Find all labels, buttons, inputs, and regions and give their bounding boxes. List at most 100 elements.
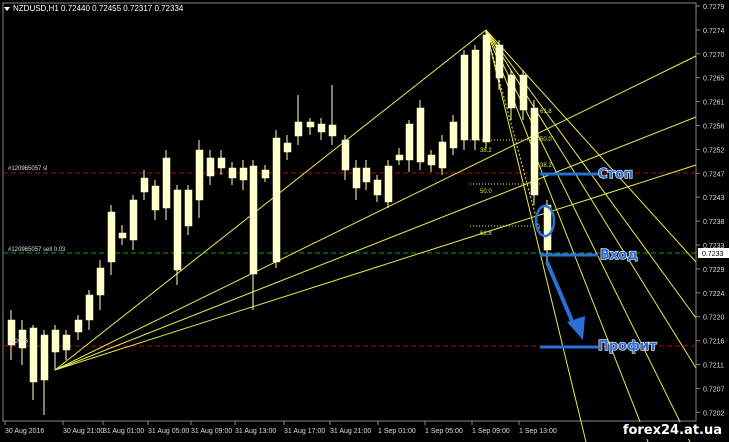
candle-body xyxy=(29,327,38,383)
candle-body xyxy=(449,121,458,149)
candle-body xyxy=(184,189,193,227)
time-tick-label: 31 Aug 05:00 xyxy=(148,428,189,435)
price-chart[interactable]: 38.2 50.0 61.8 61.8 50.0 38.2 #120965057… xyxy=(0,0,729,442)
price-axis[interactable]: 0.7279 0.7274 0.7270 0.7265 0.7261 0.7256 0.72… xyxy=(696,4,725,417)
fib-label-500: 50.0 xyxy=(480,189,492,195)
price-tick-label: 0.7270 xyxy=(703,52,725,59)
price-tick-label: 0.7224 xyxy=(703,291,725,298)
candle-body xyxy=(162,157,171,209)
fan-line xyxy=(54,116,697,371)
candle-body xyxy=(272,137,281,263)
price-tick-label: 0.7261 xyxy=(703,100,725,107)
price-tick-label: 0.7202 xyxy=(703,410,725,417)
direction-arrow-shaft xyxy=(545,261,577,329)
entry-label: Вход xyxy=(600,248,638,263)
price-tick-label: 0.7229 xyxy=(703,267,725,274)
candle-body xyxy=(151,185,160,211)
candle-body xyxy=(438,141,447,169)
profit-label: Профит xyxy=(598,339,657,354)
time-tick-label: 1 Sep 13:00 xyxy=(519,428,557,435)
candle-body xyxy=(107,211,116,263)
gann-fan-upper[interactable] xyxy=(485,29,697,442)
time-tick-label: 1 Sep 01:00 xyxy=(378,428,416,435)
candle-body xyxy=(530,107,539,196)
price-tick-label: 0.7220 xyxy=(703,315,725,322)
candle-body xyxy=(395,154,404,161)
candle-body xyxy=(118,232,127,239)
price-tick-label: 0.7279 xyxy=(703,4,725,11)
candle-body xyxy=(460,54,469,141)
price-tick-label: 0.7211 xyxy=(703,363,724,370)
price-tick-label: 0.7274 xyxy=(703,28,725,35)
candle-body xyxy=(294,121,303,137)
candle-body xyxy=(482,34,491,143)
candle-body xyxy=(341,139,350,171)
candle-body xyxy=(195,149,204,201)
candle-body xyxy=(405,123,414,161)
candle-body xyxy=(317,123,326,133)
candle-body xyxy=(362,167,371,183)
stop-ticket-label: #120965057 sl xyxy=(8,166,47,172)
candle-body xyxy=(283,142,292,153)
candle-body xyxy=(129,199,138,241)
time-tick-label: 30 Aug 2016 xyxy=(5,428,44,435)
fan-line xyxy=(54,29,487,371)
candle-body xyxy=(173,189,182,271)
time-tick-label: 1 Sep 05:00 xyxy=(425,428,463,435)
candle-body xyxy=(427,154,436,166)
dropdown-triangle-icon[interactable] xyxy=(4,6,10,11)
candle-body xyxy=(85,294,94,321)
ohlc-values: 0.72440 0.72455 0.72317 0.72334 xyxy=(61,4,184,13)
candlesticks[interactable] xyxy=(7,30,552,415)
candle-body xyxy=(40,334,49,381)
time-axis[interactable]: 30 Aug 2016 30 Aug 21:0031 Aug 01:00 31 Au… xyxy=(4,421,557,435)
candle-body xyxy=(519,74,528,111)
candle-body xyxy=(239,167,248,181)
symbol-name: NZDUSD,H1 xyxy=(13,4,59,13)
candle-body xyxy=(206,157,215,177)
price-tick-label: 0.7243 xyxy=(703,195,725,202)
fib-label-500-upper: 50.0 xyxy=(540,137,552,143)
time-tick-label: 31 Aug 01:00 xyxy=(103,428,144,435)
candle-body xyxy=(74,319,83,333)
symbol-header[interactable]: NZDUSD,H1 0.72440 0.72455 0.72317 0.7233… xyxy=(4,4,183,13)
fib-label-382-upper: 38.2 xyxy=(540,163,552,169)
candle-body xyxy=(140,177,149,193)
price-tick-label: 0.7256 xyxy=(703,124,725,131)
candle-body xyxy=(384,165,393,203)
candle-body xyxy=(217,157,226,169)
plot-frame xyxy=(2,2,697,422)
profit-ticket-label: #12096 xyxy=(8,339,29,345)
candle-body xyxy=(416,107,425,163)
candle-body xyxy=(471,49,480,141)
fib-label-618: 61.8 xyxy=(480,231,492,237)
price-tick-label: 0.7265 xyxy=(703,76,725,83)
candle-body xyxy=(352,167,361,189)
price-tick-label: 0.7247 xyxy=(703,171,725,178)
price-tick-label: 0.7238 xyxy=(703,219,725,226)
entry-ticket-label: #120965057 sell 0.03 xyxy=(8,247,66,253)
candle-body xyxy=(507,74,516,109)
time-tick-label: 31 Aug 13:00 xyxy=(235,428,276,435)
candle-body xyxy=(543,204,552,251)
fib-label-618-upper: 61.8 xyxy=(540,109,552,115)
candle-body xyxy=(261,169,270,179)
current-price-value: 0.7233 xyxy=(702,251,724,258)
fan-line xyxy=(485,29,691,442)
time-tick-label: 31 Aug 17:00 xyxy=(284,428,325,435)
candle-body xyxy=(328,124,337,137)
fan-line xyxy=(485,29,697,369)
time-tick-label: 1 Sep 09:00 xyxy=(472,428,510,435)
candle-body xyxy=(62,334,71,351)
fan-line xyxy=(485,29,587,442)
time-tick-label: 31 Aug 09:00 xyxy=(191,428,232,435)
candle-body xyxy=(495,44,504,79)
stop-label: Стоп xyxy=(598,167,633,182)
fib-label-382: 38.2 xyxy=(480,148,492,154)
candle-body xyxy=(249,165,258,275)
price-tick-label: 0.7252 xyxy=(703,147,725,154)
trade-annotations[interactable]: Стоп Вход Профит xyxy=(534,166,658,355)
candle-body xyxy=(51,329,60,353)
candle-body xyxy=(373,179,382,196)
time-tick-label: 30 Aug 21:00 xyxy=(63,428,104,435)
